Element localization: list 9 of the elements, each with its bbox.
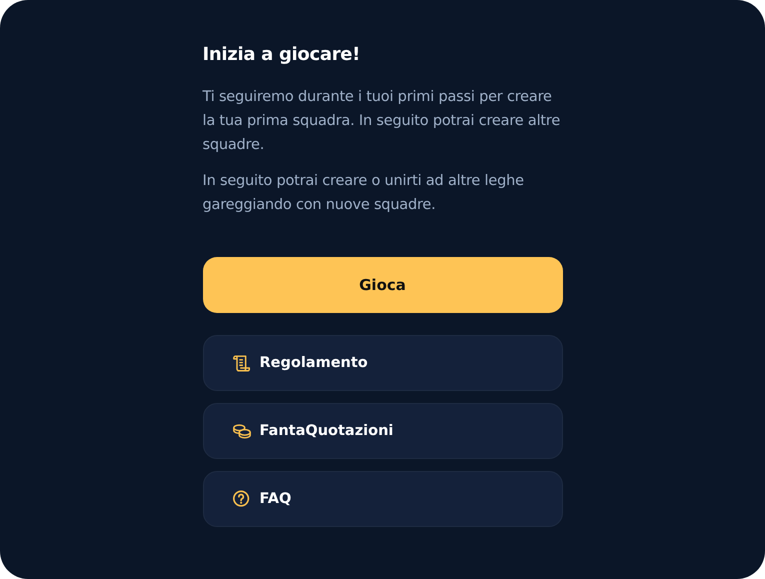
menu-button[interactable]: FantaQuotazioni	[202, 403, 562, 459]
description-text: In seguito potrai creare o unirti ad altre leghe gareggiando con nuove squadre.	[202, 172, 525, 215]
play-button[interactable]: Gioca	[202, 257, 562, 313]
menu-button[interactable]: Regolamento	[202, 335, 562, 391]
heading: Inizia a giocare!	[202, 44, 362, 65]
description-text: Ti seguiremo durante i tuoi primi passi per creare la tua prima squadra. In seguito potrai creare altre squadre.	[202, 88, 562, 155]
help-icon	[232, 489, 252, 509]
menu-button[interactable]: FAQ	[202, 471, 562, 527]
scroll-icon	[232, 353, 252, 373]
